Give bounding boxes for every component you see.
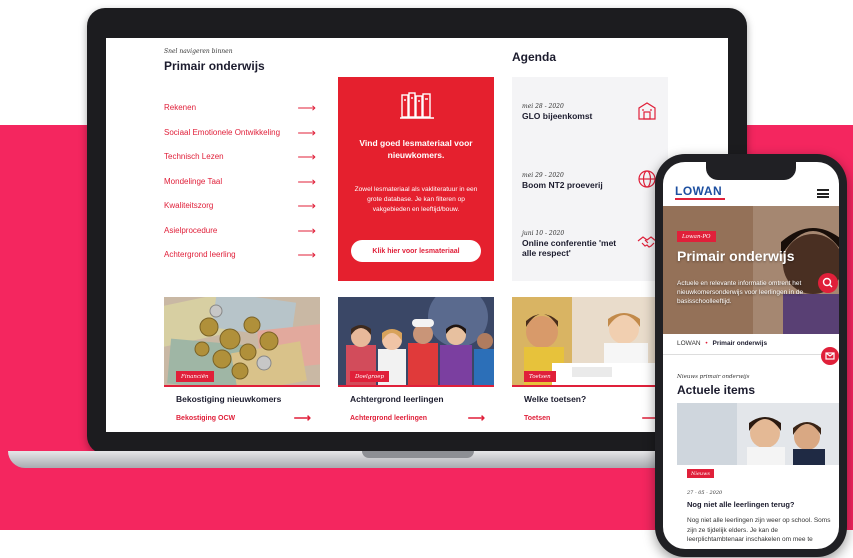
news-body: Nog niet alle leerlingen zijn weer op sc… — [687, 517, 831, 543]
news-card[interactable]: Doelgroep Achtergrond leerlingen Achterg… — [338, 297, 494, 432]
phone-screen: LOWAN Lowan-PO Primair onderwijs Actuele… — [663, 162, 839, 549]
card-divider — [512, 385, 668, 387]
laptop-screen: Snel navigeren binnen Primair onderwijs … — [106, 38, 728, 432]
agenda-event-title: GLO bijeenkomst — [522, 111, 593, 121]
card-divider — [164, 385, 320, 387]
card-title: Achtergrond leerlingen — [350, 394, 444, 404]
news-date: 27 - 05 - 2020 — [687, 490, 723, 496]
card-title: Welke toetsen? — [524, 394, 587, 404]
arrow-right-icon: ⟶ — [297, 222, 316, 238]
nav-eyebrow: Snel navigeren binnen — [164, 48, 233, 55]
search-icon — [822, 277, 833, 288]
hero-text: Actuele en relevante informatie omtrent … — [677, 280, 804, 305]
logo-underline — [675, 198, 725, 200]
news-tag: Nieuws — [687, 469, 714, 478]
nav-link-label: Kwaliteitszorg — [164, 200, 214, 210]
card-divider — [338, 385, 494, 387]
agenda-event[interactable]: mei 29 - 2020 Boom NT2 proeverij — [522, 170, 662, 190]
breadcrumb-current: Primair onderwijs — [712, 340, 768, 347]
nav-link-seo[interactable]: Sociaal Emotionele Ontwikkeling ⟶ — [164, 124, 316, 140]
phone-notch — [706, 162, 796, 180]
news-headline[interactable]: Nog niet alle leerlingen terug? — [687, 500, 795, 509]
breadcrumb-divider — [663, 354, 839, 355]
card-link[interactable]: Bekostiging OCW ⟶ — [176, 412, 311, 424]
nav-link-label: Asielprocedure — [164, 225, 218, 235]
agenda-card: mei 28 - 2020 GLO bijeenkomst mei 29 - 2… — [512, 77, 668, 281]
card-link[interactable]: Toetsen ⟶ — [524, 412, 659, 424]
news-card[interactable]: Financiën Bekostiging nieuwkomers Bekost… — [164, 297, 320, 432]
nav-link-technisch-lezen[interactable]: Technisch Lezen ⟶ — [164, 148, 316, 164]
promo-heading: Vind goed lesmateriaal voor nieuwkomers. — [359, 138, 473, 160]
laptop-notch — [362, 451, 474, 458]
nav-link-label: Technisch Lezen — [164, 151, 224, 161]
nav-link-label: Achtergrond leerling — [164, 249, 236, 259]
agenda-event[interactable]: mei 28 - 2020 GLO bijeenkomst — [522, 102, 662, 121]
arrow-right-icon: ⟶ — [297, 173, 316, 189]
hero-title: Primair onderwijs — [677, 248, 795, 264]
hero-tag: Lowan-PO — [677, 231, 716, 242]
nav-link-label: Rekenen — [164, 102, 197, 112]
breadcrumb-separator: • — [705, 340, 708, 347]
agenda-event-title: Online conferentie 'met alle respect' — [522, 238, 617, 258]
arrow-right-icon: ⟶ — [293, 411, 311, 425]
mail-icon — [825, 352, 835, 360]
nav-title: Primair onderwijs — [164, 59, 265, 73]
news-eyebrow: Nieuws primair onderwijs — [677, 374, 750, 380]
nav-link-mondelinge-taal[interactable]: Mondelinge Taal ⟶ — [164, 173, 316, 189]
arrow-right-icon: ⟶ — [297, 148, 316, 164]
promo-body: Zowel lesmateriaal als vakliteratuur in … — [354, 186, 478, 213]
card-tag: Doelgroep — [350, 371, 389, 382]
nav-link-kwaliteitszorg[interactable]: Kwaliteitszorg ⟶ — [164, 197, 316, 213]
agenda-event-title: Boom NT2 proeverij — [522, 180, 603, 190]
arrow-right-icon: ⟶ — [297, 99, 316, 115]
card-link[interactable]: Achtergrond leerlingen ⟶ — [350, 412, 485, 424]
lowan-logo[interactable]: LOWAN — [675, 184, 722, 198]
menu-icon[interactable] — [817, 189, 829, 198]
arrow-right-icon: ⟶ — [297, 197, 316, 213]
nav-link-label: Mondelinge Taal — [164, 176, 223, 186]
card-tag: Financiën — [176, 371, 214, 382]
breadcrumb-root[interactable]: LOWAN — [677, 340, 701, 347]
building-icon — [638, 102, 656, 120]
hero-image — [663, 206, 839, 334]
nav-link-label: Sociaal Emotionele Ontwikkeling — [164, 127, 281, 137]
breadcrumb: LOWAN • Primair onderwijs — [677, 340, 767, 347]
card-link-label: Bekostiging OCW — [176, 414, 236, 422]
hero-banner: Lowan-PO Primair onderwijs Actuele en re… — [663, 206, 839, 334]
arrow-right-icon: ⟶ — [467, 411, 485, 425]
card-tag: Toetsen — [524, 371, 556, 382]
books-icon — [400, 92, 434, 119]
arrow-right-icon: ⟶ — [297, 246, 316, 262]
nav-link-asielprocedure[interactable]: Asielprocedure ⟶ — [164, 222, 316, 238]
search-button[interactable] — [818, 273, 838, 293]
lesmateriaal-button[interactable]: Klik hier voor lesmateriaal — [351, 240, 481, 262]
arrow-right-icon: ⟶ — [297, 124, 316, 140]
news-card[interactable]: Toetsen Welke toetsen? Toetsen ⟶ — [512, 297, 668, 432]
agenda-title: Agenda — [512, 50, 557, 64]
nav-link-rekenen[interactable]: Rekenen ⟶ — [164, 99, 316, 115]
card-link-label: Toetsen — [524, 414, 551, 422]
lesmateriaal-promo: Vind goed lesmateriaal voor nieuwkomers.… — [338, 77, 494, 281]
nav-link-achtergrond-leerling[interactable]: Achtergrond leerling ⟶ — [164, 246, 316, 262]
agenda-event[interactable]: juni 10 - 2020 Online conferentie 'met a… — [522, 230, 662, 258]
card-title: Bekostiging nieuwkomers — [176, 394, 282, 404]
card-link-label: Achtergrond leerlingen — [350, 414, 428, 422]
news-section-title: Actuele items — [677, 383, 756, 397]
mail-button[interactable] — [821, 347, 839, 365]
